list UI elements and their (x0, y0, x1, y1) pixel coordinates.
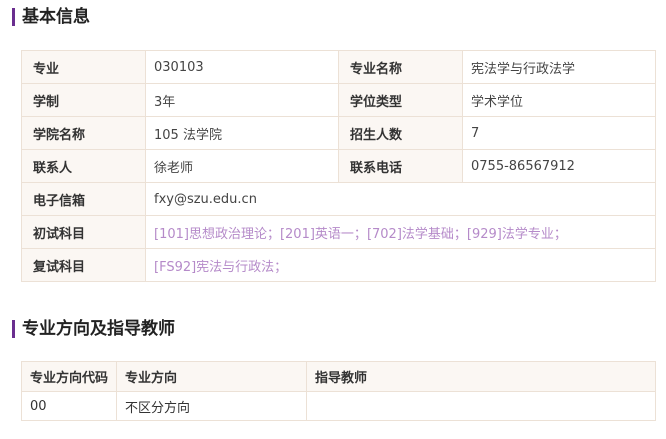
basic-info-table: 专业 030103 专业名称 宪法学与行政法学 学制 3年 学位类型 学术学位 … (21, 50, 656, 282)
info-row-email: 电子信箱 fxy@szu.edu.cn (21, 182, 656, 216)
email-label: 电子信箱 (21, 182, 146, 216)
info-row-retest-exam: 复试科目 [FS92]宪法与行政法； (21, 248, 656, 282)
info-row-college: 学院名称 105 法学院 招生人数 7 (21, 116, 656, 150)
contact-label: 联系人 (21, 149, 146, 183)
info-row-initial-exam: 初试科目 [101]思想政治理论；[201]英语一；[702]法学基础；[929… (21, 215, 656, 249)
subject-link[interactable]: [FS92]宪法与行政法； (154, 260, 287, 275)
info-row-major: 专业 030103 专业名称 宪法学与行政法学 (21, 50, 656, 84)
enrollment-value: 7 (462, 116, 656, 150)
major-code-value: 030103 (145, 50, 339, 84)
basic-info-title: 基本信息 (12, 7, 90, 27)
retest-exam-subjects: [FS92]宪法与行政法； (145, 248, 656, 282)
degree-type-value: 学术学位 (462, 83, 656, 117)
retest-exam-label: 复试科目 (21, 248, 146, 282)
direction-cell: 不区分方向 (116, 391, 307, 421)
subject-link[interactable]: [929]法学专业； (467, 227, 567, 242)
phone-value: 0755-86567912 (462, 149, 656, 183)
enrollment-label: 招生人数 (338, 116, 463, 150)
subject-link[interactable]: [702]法学基础； (367, 227, 467, 242)
initial-exam-label: 初试科目 (21, 215, 146, 249)
subject-link[interactable]: [101]思想政治理论； (154, 227, 280, 242)
college-label: 学院名称 (21, 116, 146, 150)
major-name-value: 宪法学与行政法学 (462, 50, 656, 84)
table-row: 00 不区分方向 (21, 391, 656, 421)
phone-label: 联系电话 (338, 149, 463, 183)
header-direction: 专业方向 (116, 361, 307, 392)
directions-header-row: 专业方向代码 专业方向 指导教师 (21, 361, 656, 392)
duration-value: 3年 (145, 83, 339, 117)
directions-table: 专业方向代码 专业方向 指导教师 00 不区分方向 (21, 361, 656, 421)
advisor-cell (306, 391, 656, 421)
major-code-label: 专业 (21, 50, 146, 84)
degree-type-label: 学位类型 (338, 83, 463, 117)
email-value: fxy@szu.edu.cn (145, 182, 656, 216)
college-value: 105 法学院 (145, 116, 339, 150)
subject-link[interactable]: [201]英语一； (280, 227, 367, 242)
direction-code-cell: 00 (21, 391, 117, 421)
contact-value: 徐老师 (145, 149, 339, 183)
header-advisor: 指导教师 (306, 361, 656, 392)
initial-exam-subjects: [101]思想政治理论；[201]英语一；[702]法学基础；[929]法学专业… (145, 215, 656, 249)
header-direction-code: 专业方向代码 (21, 361, 117, 392)
directions-title: 专业方向及指导教师 (12, 319, 175, 339)
duration-label: 学制 (21, 83, 146, 117)
info-row-duration: 学制 3年 学位类型 学术学位 (21, 83, 656, 117)
major-name-label: 专业名称 (338, 50, 463, 84)
info-row-contact: 联系人 徐老师 联系电话 0755-86567912 (21, 149, 656, 183)
